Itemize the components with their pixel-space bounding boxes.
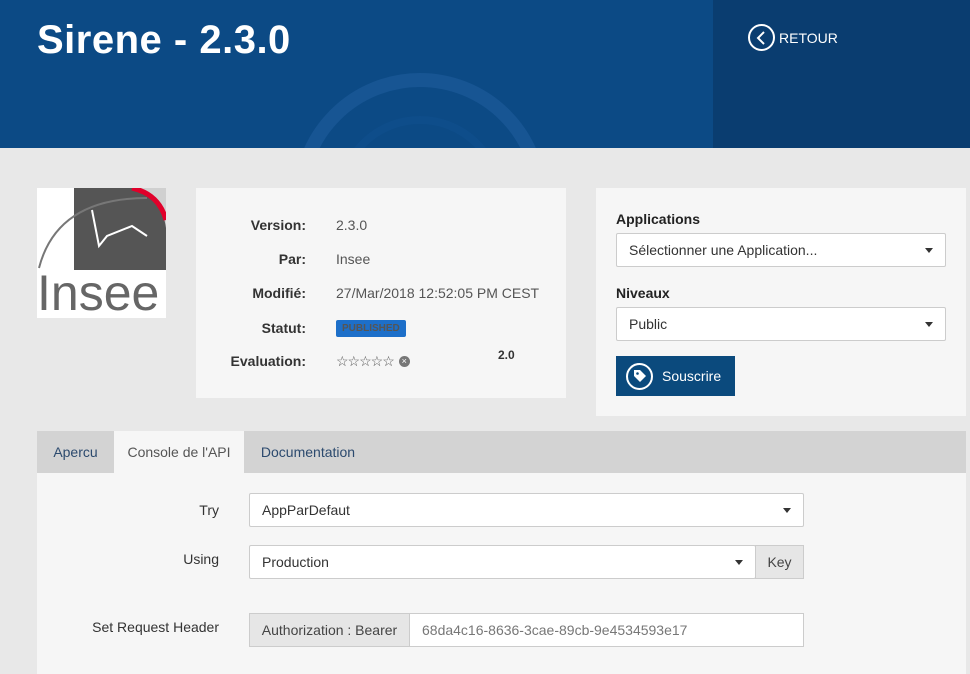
- using-label: Using: [183, 551, 219, 567]
- api-info-panel: Version: 2.3.0 Par: Insee Modifié: 27/Ma…: [196, 188, 566, 398]
- key-button[interactable]: Key: [755, 545, 804, 579]
- try-label: Try: [199, 502, 219, 518]
- modified-value: 27/Mar/2018 12:52:05 PM CEST: [336, 285, 540, 301]
- tag-icon: [626, 362, 653, 390]
- applications-select[interactable]: Sélectionner une Application...: [616, 233, 946, 267]
- rating-value: 2.0: [498, 348, 515, 362]
- by-label: Par:: [278, 251, 306, 267]
- rating-stars[interactable]: ☆☆☆☆☆ ×: [336, 353, 410, 370]
- by-value: Insee: [336, 251, 371, 267]
- info-row-rating: Evaluation: ☆☆☆☆☆ × 2.0: [196, 348, 566, 371]
- logo-text: Insee: [37, 265, 159, 318]
- caret-down-icon: [735, 560, 743, 565]
- tab-documentation[interactable]: Documentation: [244, 431, 372, 473]
- header-right-panel: [713, 0, 970, 148]
- header-decoration: [304, 73, 536, 148]
- star-icons[interactable]: ☆☆☆☆☆: [336, 353, 395, 370]
- auth-header-prefix: Authorization : Bearer: [250, 614, 410, 646]
- try-select-value: AppParDefaut: [262, 502, 350, 518]
- levels-select-value: Public: [629, 316, 668, 332]
- back-button-label: RETOUR: [779, 29, 838, 46]
- auth-token-input[interactable]: 68da4c16-8636-3cae-89cb-9e4534593e17: [410, 614, 803, 646]
- set-request-header-label: Set Request Header: [92, 619, 219, 635]
- chevron-left-icon: [748, 24, 775, 51]
- levels-label: Niveaux: [616, 285, 670, 301]
- caret-down-icon: [925, 322, 933, 327]
- subscribe-panel: Applications Sélectionner une Applicatio…: [596, 188, 966, 416]
- info-row-by: Par: Insee: [196, 249, 566, 269]
- rating-label: Evaluation:: [230, 353, 306, 369]
- status-label: Statut:: [261, 320, 306, 336]
- info-row-modified: Modifié: 27/Mar/2018 12:52:05 PM CEST: [196, 283, 566, 303]
- modified-label: Modifié:: [252, 285, 306, 301]
- api-logo: Insee: [37, 188, 166, 318]
- subscribe-button[interactable]: Souscrire: [616, 356, 735, 396]
- caret-down-icon: [925, 248, 933, 253]
- page-header: Sirene - 2.3.0 RETOUR: [0, 0, 970, 148]
- version-label: Version:: [250, 217, 306, 233]
- caret-down-icon: [783, 508, 791, 513]
- using-select-value: Production: [262, 554, 329, 570]
- try-select[interactable]: AppParDefaut: [249, 493, 804, 527]
- insee-logo: Insee: [37, 188, 166, 318]
- info-row-version: Version: 2.3.0: [196, 215, 566, 235]
- version-value: 2.3.0: [336, 217, 368, 233]
- applications-select-value: Sélectionner une Application...: [629, 242, 818, 258]
- applications-label: Applications: [616, 211, 701, 227]
- page-title: Sirene - 2.3.0: [37, 18, 291, 62]
- api-console-panel: Try AppParDefaut Using Production Key Se…: [37, 473, 966, 674]
- back-button[interactable]: RETOUR: [748, 24, 838, 51]
- tab-api-console[interactable]: Console de l'API: [114, 431, 244, 473]
- info-row-status: Statut: PUBLISHED: [196, 318, 566, 338]
- levels-select[interactable]: Public: [616, 307, 946, 341]
- clear-rating-icon[interactable]: ×: [398, 355, 410, 367]
- using-select[interactable]: Production: [249, 545, 756, 579]
- api-tabs: Apercu Console de l'API Documentation: [37, 431, 966, 473]
- status-badge: PUBLISHED: [336, 319, 406, 337]
- tab-apercu[interactable]: Apercu: [37, 431, 114, 473]
- request-header-field: Authorization : Bearer 68da4c16-8636-3ca…: [249, 613, 804, 647]
- subscribe-button-label: Souscrire: [662, 368, 722, 384]
